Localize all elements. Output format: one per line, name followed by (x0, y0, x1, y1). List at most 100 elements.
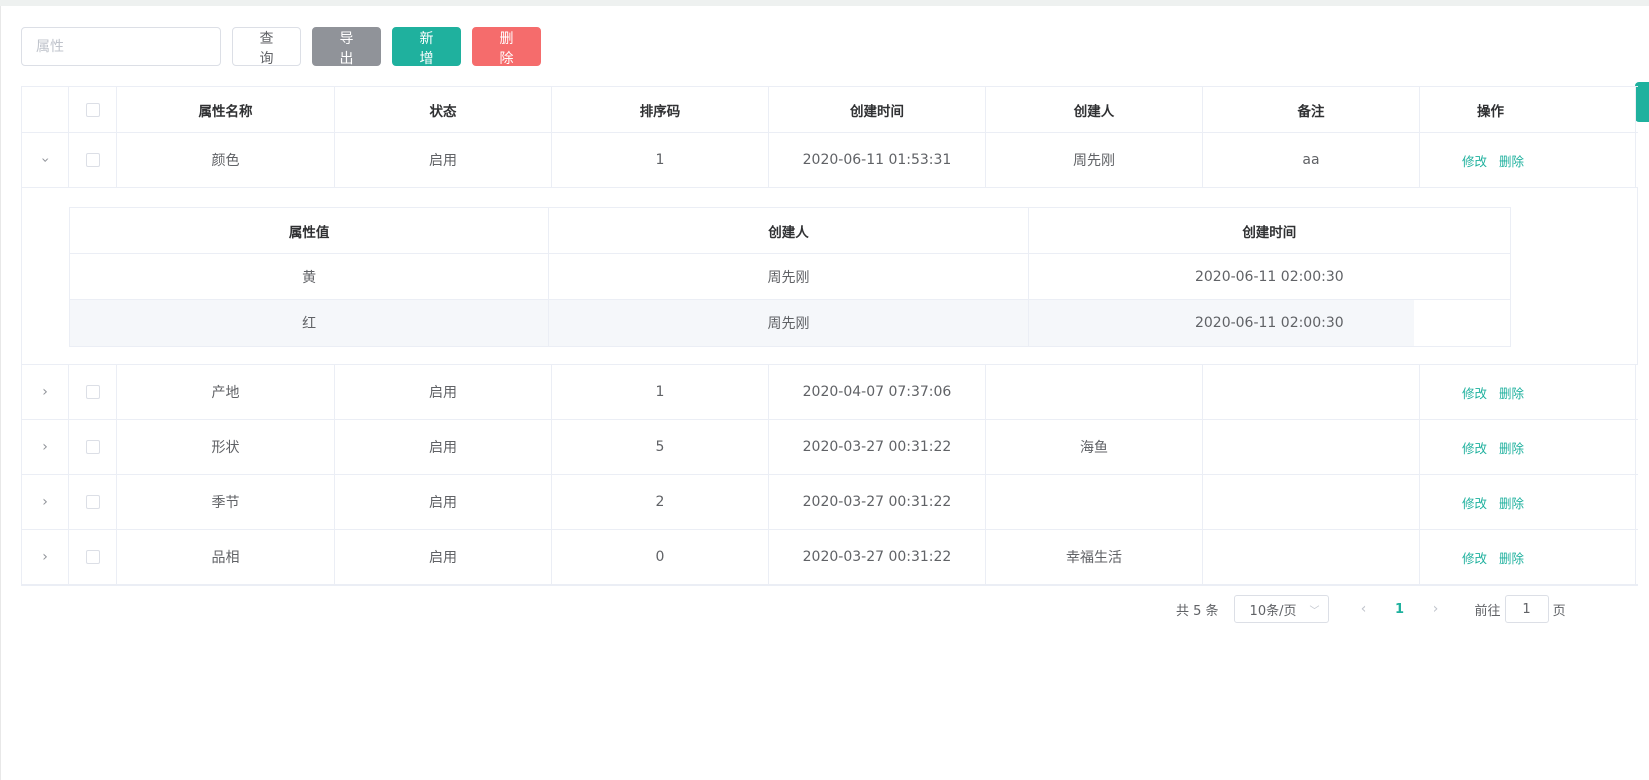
header-remark[interactable]: 备注 (1203, 87, 1420, 132)
cell-status: 启用 (335, 133, 552, 187)
toolbar: 查询 导出 新增 删除 (21, 27, 1641, 67)
page-jumper: 前往 页 (1475, 595, 1566, 623)
sub-cell-created-time: 2020-06-11 02:00:30 (1028, 300, 1510, 346)
row-select-cell (69, 530, 117, 584)
sub-cell-value: 黄 (70, 254, 550, 299)
cell-ops: 修改 删除 (1420, 420, 1636, 474)
add-button[interactable]: 新增 (392, 27, 461, 67)
expanded-row-panel: 属性值 创建人 创建时间 黄 周先刚 2020-06-11 02:00:30 红… (22, 188, 1638, 365)
header-sort[interactable]: 排序码 (552, 87, 769, 132)
subtable-row[interactable]: 红 周先刚 2020-06-11 02:00:30 (70, 300, 1510, 346)
cell-ops: 修改 删除 (1420, 530, 1636, 584)
search-input[interactable] (21, 27, 221, 66)
goto-prefix: 前往 (1474, 603, 1501, 619)
delete-link[interactable]: 删除 (1499, 493, 1524, 512)
cell-creator: 周先刚 (986, 133, 1203, 187)
cell-name: 产地 (117, 365, 335, 419)
edit-link[interactable]: 修改 (1462, 438, 1487, 457)
goto-suffix: 页 (1552, 603, 1566, 619)
page: 查询 导出 新增 删除 属性名称 状态 排序码 创建时间 创建人 备注 操作 ›… (21, 27, 1641, 623)
cell-name: 形状 (117, 420, 335, 474)
row-select-cell (69, 365, 117, 419)
select-all-checkbox[interactable] (85, 102, 100, 117)
cell-name: 季节 (117, 475, 335, 529)
chevron-right-icon: › (42, 494, 48, 510)
prev-page-button[interactable]: ‹ (1349, 601, 1379, 617)
expand-toggle[interactable]: › (22, 133, 69, 187)
row-checkbox[interactable] (85, 385, 100, 399)
cell-ops: 修改 删除 (1420, 133, 1636, 187)
cell-remark (1203, 475, 1420, 529)
cell-sort: 1 (552, 365, 769, 419)
table-row[interactable]: › 颜色 启用 1 2020-06-11 01:53:31 周先刚 aa 修改 … (22, 133, 1638, 188)
row-select-cell (69, 475, 117, 529)
select-all-cell (69, 87, 117, 132)
cell-created-time: 2020-06-11 01:53:31 (769, 133, 986, 187)
edit-link[interactable]: 修改 (1462, 383, 1487, 402)
attribute-table: 属性名称 状态 排序码 创建时间 创建人 备注 操作 › 颜色 启用 1 202… (21, 86, 1638, 586)
subtable-row[interactable]: 黄 周先刚 2020-06-11 02:00:30 (70, 254, 1510, 300)
cell-status: 启用 (335, 530, 552, 584)
row-select-cell (69, 133, 117, 187)
cell-name: 品相 (117, 530, 335, 584)
query-button[interactable]: 查询 (232, 27, 301, 67)
page-number-current[interactable]: 1 (1385, 602, 1415, 617)
header-creator[interactable]: 创建人 (986, 87, 1203, 132)
row-checkbox[interactable] (85, 550, 100, 564)
row-select-cell (69, 420, 117, 474)
chevron-right-icon: › (42, 549, 48, 565)
pagination-total: 共 5 条 (1176, 603, 1219, 619)
cell-created-time: 2020-03-27 00:31:22 (769, 420, 986, 474)
page-size-select[interactable]: 10条/页 ﹀ (1233, 595, 1329, 623)
cell-sort: 0 (552, 530, 769, 584)
attribute-value-table: 属性值 创建人 创建时间 黄 周先刚 2020-06-11 02:00:30 红… (69, 207, 1511, 347)
cell-remark: aa (1203, 133, 1420, 187)
expand-toggle[interactable]: › (22, 420, 69, 474)
sub-cell-creator: 周先刚 (549, 300, 1029, 346)
sub-cell-created-time: 2020-06-11 02:00:30 (1194, 268, 1344, 285)
edit-link[interactable]: 修改 (1462, 493, 1487, 512)
cell-ops: 修改 删除 (1420, 365, 1636, 419)
delete-button[interactable]: 删除 (472, 27, 541, 67)
delete-link[interactable]: 删除 (1499, 383, 1524, 402)
edit-link[interactable]: 修改 (1462, 548, 1487, 567)
table-row[interactable]: › 品相 启用 0 2020-03-27 00:31:22 幸福生活 修改 删除 (22, 530, 1638, 585)
cell-sort: 5 (552, 420, 769, 474)
delete-link[interactable]: 删除 (1499, 151, 1524, 170)
left-border (0, 6, 1, 780)
cell-name: 颜色 (117, 133, 335, 187)
top-strip (0, 0, 1649, 6)
export-button[interactable]: 导出 (312, 27, 381, 67)
row-checkbox[interactable] (85, 440, 100, 454)
sub-header-creator: 创建人 (549, 208, 1029, 253)
cell-remark (1203, 365, 1420, 419)
header-created-time[interactable]: 创建时间 (769, 87, 986, 132)
goto-page-input[interactable] (1504, 595, 1549, 623)
row-checkbox[interactable] (85, 153, 100, 167)
cell-sort: 1 (552, 133, 769, 187)
header-name[interactable]: 属性名称 (117, 87, 335, 132)
cell-creator (986, 475, 1203, 529)
table-row[interactable]: › 季节 启用 2 2020-03-27 00:31:22 修改 删除 (22, 475, 1638, 530)
expand-column-header (22, 87, 69, 132)
sub-header-value: 属性值 (70, 208, 550, 253)
table-row[interactable]: › 形状 启用 5 2020-03-27 00:31:22 海鱼 修改 删除 (22, 420, 1638, 475)
header-status[interactable]: 状态 (335, 87, 552, 132)
table-row[interactable]: › 产地 启用 1 2020-04-07 07:37:06 修改 删除 (22, 365, 1638, 420)
edit-link[interactable]: 修改 (1462, 151, 1487, 170)
cell-created-time: 2020-04-07 07:37:06 (769, 365, 986, 419)
next-page-button[interactable]: › (1421, 601, 1451, 617)
delete-link[interactable]: 删除 (1499, 438, 1524, 457)
page-size-value: 10条/页 (1249, 603, 1297, 619)
cell-status: 启用 (335, 475, 552, 529)
chevron-down-icon: ﹀ (1309, 606, 1320, 617)
chevron-right-icon: › (36, 157, 53, 163)
cell-remark (1203, 530, 1420, 584)
cell-sort: 2 (552, 475, 769, 529)
expand-toggle[interactable]: › (22, 475, 69, 529)
expand-toggle[interactable]: › (22, 365, 69, 419)
expand-toggle[interactable]: › (22, 530, 69, 584)
delete-link[interactable]: 删除 (1499, 548, 1524, 567)
row-checkbox[interactable] (85, 495, 100, 509)
sub-header-created-time: 创建时间 (1242, 224, 1297, 241)
